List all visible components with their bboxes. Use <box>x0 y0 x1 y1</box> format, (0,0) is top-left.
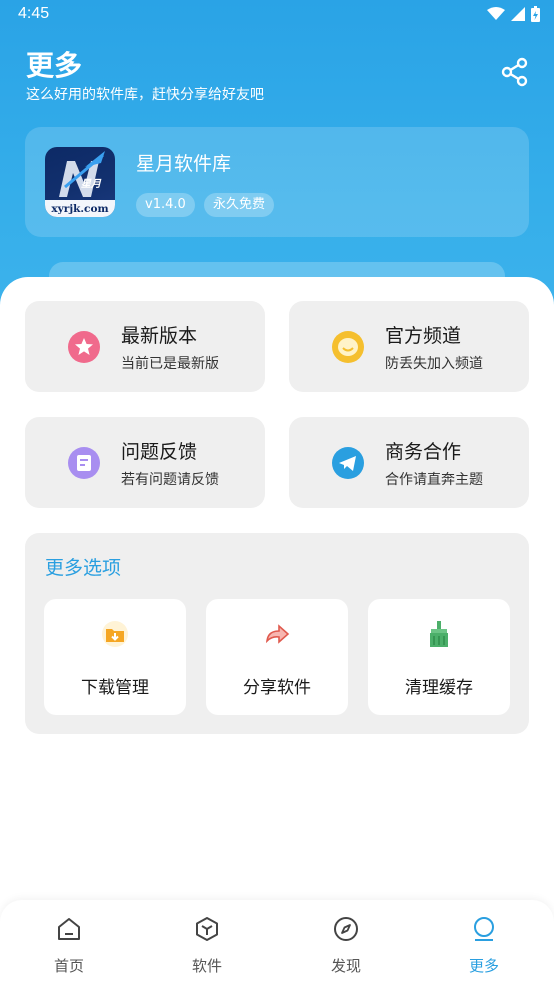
nav-software[interactable]: 软件 <box>138 900 276 984</box>
version-badge: v1.4.0 <box>136 193 195 217</box>
app-name: 星月软件库 <box>136 153 232 175</box>
tile-title: 问题反馈 <box>121 441 198 463</box>
page-title: 更多 <box>26 49 83 82</box>
app-logo-graphic: 星月 xyrjk.com <box>45 151 115 217</box>
star-icon <box>68 331 100 363</box>
tile-title: 商务合作 <box>385 441 462 463</box>
nav-label: 首页 <box>53 957 84 975</box>
nav-home[interactable]: 首页 <box>0 900 138 984</box>
free-badge: 永久免费 <box>204 193 275 217</box>
tile-subtitle: 防丢失加入频道 <box>385 356 483 372</box>
feedback-icon <box>68 447 100 479</box>
chat-bubble-icon <box>332 331 364 363</box>
nav-label: 软件 <box>191 957 222 975</box>
download-folder-icon <box>102 621 128 647</box>
broom-icon <box>430 621 448 647</box>
share-arrow-icon <box>265 624 290 644</box>
option-label: 分享软件 <box>243 678 311 698</box>
tile-title: 官方频道 <box>385 325 462 347</box>
section-title: 更多选项 <box>45 557 122 579</box>
app-info-card: 星月 xyrjk.com 星月软件库 v1.4.0 永久免费 <box>25 127 529 237</box>
page-subtitle: 这么好用的软件库，赶快分享给好友吧 <box>26 87 264 103</box>
compass-icon <box>334 917 358 941</box>
nav-label: 更多 <box>468 957 499 975</box>
nav-more[interactable]: 更多 <box>415 900 553 984</box>
tile-subtitle: 若有问题请反馈 <box>121 472 219 488</box>
tile-subtitle: 当前已是最新版 <box>121 356 219 372</box>
option-label: 下载管理 <box>81 678 149 698</box>
nav-discover[interactable]: 发现 <box>277 900 415 984</box>
status-time: 4:45 <box>18 5 50 22</box>
clear-cache-button[interactable]: 清理缓存 <box>368 599 510 715</box>
status-bar: 4:45 <box>0 0 554 30</box>
tile-official-channel[interactable]: 官方频道 防丢失加入频道 <box>289 301 529 392</box>
home-icon <box>58 918 80 940</box>
wifi-icon <box>487 7 505 20</box>
nav-label: 发现 <box>330 957 361 975</box>
app-logo: 星月 xyrjk.com <box>45 147 115 217</box>
more-icon <box>474 917 494 941</box>
option-label: 清理缓存 <box>405 678 473 698</box>
telegram-icon <box>332 447 364 479</box>
signal-icon <box>511 7 525 21</box>
app-logo-text: 星月 <box>81 178 102 190</box>
tile-subtitle: 合作请直奔主题 <box>385 472 483 488</box>
share-software-button[interactable]: 分享软件 <box>206 599 348 715</box>
tile-latest-version[interactable]: 最新版本 当前已是最新版 <box>25 301 265 392</box>
battery-icon <box>531 6 540 22</box>
app-logo-domain: xyrjk.com <box>51 203 108 215</box>
cube-icon <box>196 917 218 941</box>
tile-title: 最新版本 <box>121 325 198 347</box>
status-icons <box>487 6 540 22</box>
tile-feedback[interactable]: 问题反馈 若有问题请反馈 <box>25 417 265 508</box>
download-manager-button[interactable]: 下载管理 <box>44 599 186 715</box>
tile-business[interactable]: 商务合作 合作请直奔主题 <box>289 417 529 508</box>
bottom-navigation: 首页 软件 发现 更多 <box>0 900 554 984</box>
share-icon[interactable] <box>500 57 530 87</box>
more-options-section: 更多选项 下载管理 分享软件 清理缓存 <box>25 533 529 734</box>
